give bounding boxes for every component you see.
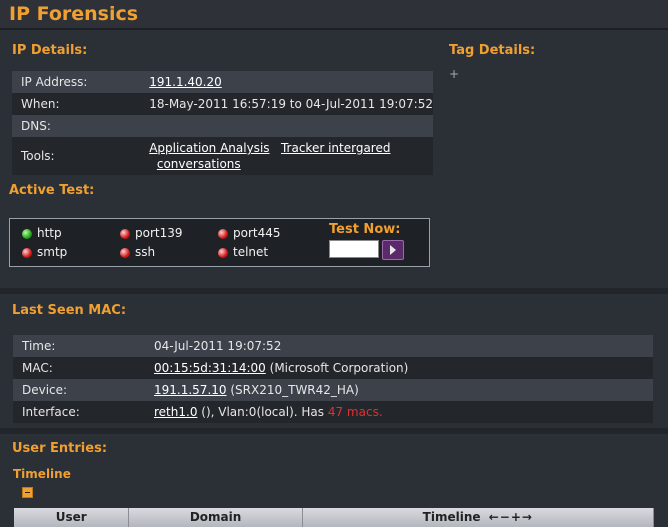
timeline-nav-controls[interactable]: ←−+→: [489, 510, 533, 524]
section-divider: [0, 428, 668, 434]
user-entries-table-header: User Domain Timeline ←−+→: [14, 508, 654, 527]
service-telnet: telnet: [218, 245, 268, 259]
test-now-input[interactable]: [329, 240, 379, 258]
interface-details: (), Vlan:0(local). Has: [197, 405, 328, 419]
service-port445-label: port445: [233, 226, 281, 240]
when-value: 18-May-2011 16:57:19 to 04-Jul-2011 19:0…: [149, 97, 433, 111]
tools-row: Tools: Application Analysis Tracker inte…: [12, 137, 433, 175]
minus-glyph: [25, 492, 30, 493]
device-link[interactable]: 191.1.57.10: [154, 383, 227, 397]
dns-row: DNS:: [12, 115, 433, 137]
tracker-intergared-link[interactable]: Tracker intergared: [281, 141, 391, 155]
status-down-icon: [120, 247, 130, 258]
mac-time-label: Time:: [22, 339, 56, 353]
mac-address-label: MAC:: [22, 361, 53, 375]
active-test-heading: Active Test:: [9, 183, 95, 198]
status-up-icon: [22, 228, 32, 239]
service-ssh-label: ssh: [135, 245, 156, 259]
service-port139: port139: [120, 226, 183, 240]
dns-value: [140, 115, 433, 137]
mac-count-link[interactable]: 47 macs.: [328, 405, 383, 419]
add-tag-icon[interactable]: +: [449, 67, 459, 81]
ip-address-label: IP Address:: [21, 75, 88, 89]
dns-label: DNS:: [21, 119, 51, 133]
column-domain[interactable]: Domain: [129, 508, 303, 527]
mac-time-row: Time: 04-Jul-2011 19:07:52: [13, 335, 653, 357]
test-now-label: Test Now:: [329, 222, 401, 237]
service-ssh: ssh: [120, 245, 155, 259]
ip-details-heading: IP Details:: [12, 43, 88, 58]
play-arrow-icon: [390, 245, 396, 255]
status-down-icon: [22, 247, 32, 258]
service-smtp: smtp: [22, 245, 67, 259]
tools-label: Tools:: [21, 149, 55, 163]
last-seen-mac-heading: Last Seen MAC:: [12, 303, 127, 318]
mac-address-row: MAC: 00:15:5d:31:14:00 (Microsoft Corpor…: [13, 357, 653, 379]
test-now-button[interactable]: [382, 240, 404, 260]
conversations-link[interactable]: conversations: [157, 157, 241, 171]
service-telnet-label: telnet: [233, 245, 269, 259]
section-divider: [0, 288, 668, 294]
device-label: Device:: [22, 383, 68, 397]
service-http-label: http: [37, 226, 62, 240]
mac-vendor: (Microsoft Corporation): [265, 361, 409, 375]
status-down-icon: [218, 228, 228, 239]
service-smtp-label: smtp: [37, 245, 68, 259]
status-down-icon: [218, 247, 228, 258]
ip-details-table: IP Address: 191.1.40.20 When: 18-May-201…: [12, 71, 433, 175]
ip-address-link[interactable]: 191.1.40.20: [149, 75, 222, 89]
interface-row: Interface: reth1.0 (), Vlan:0(local). Ha…: [13, 401, 653, 423]
last-seen-mac-table: Time: 04-Jul-2011 19:07:52 MAC: 00:15:5d…: [13, 335, 653, 423]
service-http: http: [22, 226, 62, 240]
minus-square-icon[interactable]: [22, 487, 33, 498]
service-port139-label: port139: [135, 226, 183, 240]
mac-address-link[interactable]: 00:15:5d:31:14:00: [154, 361, 266, 375]
status-down-icon: [120, 228, 130, 239]
interface-label: Interface:: [22, 405, 80, 419]
device-row: Device: 191.1.57.10 (SRX210_TWR42_HA): [13, 379, 653, 401]
when-label: When:: [21, 97, 60, 111]
column-user[interactable]: User: [14, 508, 130, 527]
service-port445: port445: [218, 226, 281, 240]
column-timeline-label[interactable]: Timeline: [423, 510, 481, 524]
timeline-heading: Timeline: [13, 467, 71, 481]
column-timeline: Timeline ←−+→: [302, 508, 654, 527]
ip-address-row: IP Address: 191.1.40.20: [12, 71, 433, 93]
tag-details-heading: Tag Details:: [449, 43, 536, 58]
interface-link[interactable]: reth1.0: [154, 405, 197, 419]
page-title: IP Forensics: [9, 3, 139, 25]
mac-time-value: 04-Jul-2011 19:07:52: [154, 339, 282, 353]
when-row: When: 18-May-2011 16:57:19 to 04-Jul-201…: [12, 93, 433, 115]
device-name: (SRX210_TWR42_HA): [226, 383, 359, 397]
user-entries-heading: User Entries:: [12, 441, 108, 456]
active-test-panel: http smtp port139 ssh port445 telnet Tes…: [9, 218, 430, 267]
application-analysis-link[interactable]: Application Analysis: [149, 141, 269, 155]
